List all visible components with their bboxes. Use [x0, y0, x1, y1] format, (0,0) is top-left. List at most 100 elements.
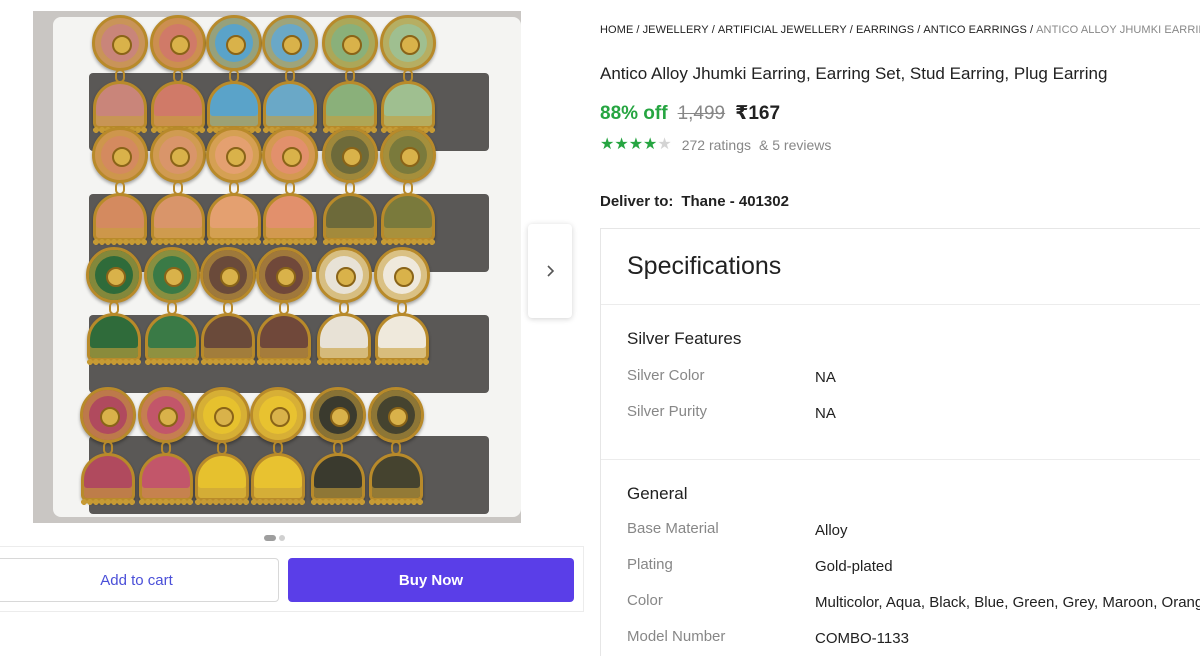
- earring-bell: [257, 313, 311, 366]
- discount-badge: 88% off: [600, 103, 668, 124]
- earring-stud: [322, 127, 378, 183]
- spec-section-title: General: [627, 484, 688, 503]
- spec-value: COMBO-1133: [815, 630, 909, 647]
- spec-value: Alloy: [815, 522, 848, 539]
- deliver-label: Deliver to:: [600, 193, 674, 210]
- earring-stud: [256, 247, 312, 303]
- delivery-location[interactable]: Deliver to: Thane - 401302: [600, 193, 789, 210]
- action-bar: Add to cart Buy Now: [0, 546, 584, 612]
- spec-value: NA: [815, 369, 836, 386]
- spec-key: Model Number: [627, 628, 726, 645]
- earring-bell: [263, 81, 317, 134]
- star-filled-icon: ★: [614, 136, 629, 153]
- earring-stud: [200, 247, 256, 303]
- earring-stud: [80, 387, 136, 443]
- earring-stud: [380, 15, 436, 71]
- star-empty-icon: ★: [657, 136, 672, 153]
- earring-bell: [381, 81, 435, 134]
- earring-bell: [207, 81, 261, 134]
- pagination-dot-active[interactable]: [264, 535, 276, 541]
- earring-stud: [86, 247, 142, 303]
- rating-row[interactable]: ★ ★ ★ ★ ★ 272 ratings & 5 reviews: [600, 137, 832, 154]
- earring-stud: [206, 15, 262, 71]
- star-filled-icon: ★: [643, 136, 658, 153]
- earring-bell: [323, 81, 377, 134]
- spec-value: Gold-plated: [815, 558, 893, 575]
- star-filled-icon: ★: [600, 136, 615, 153]
- earring-stud: [374, 247, 430, 303]
- reviews-count: & 5 reviews: [759, 137, 832, 153]
- breadcrumb-antico-earrings[interactable]: ANTICO EARRINGS: [923, 24, 1027, 36]
- spec-key: Silver Color: [627, 367, 705, 384]
- breadcrumb-earrings[interactable]: EARRINGS: [856, 24, 914, 36]
- earring-stud: [138, 387, 194, 443]
- earring-stud: [262, 15, 318, 71]
- selling-price: ₹167: [735, 103, 781, 124]
- star-rating: ★ ★ ★ ★ ★: [600, 137, 672, 153]
- earring-bell: [317, 313, 371, 366]
- earring-bell: [81, 453, 135, 506]
- earring-bell: [139, 453, 193, 506]
- deliver-pincode: Thane - 401302: [681, 193, 789, 210]
- earring-stud: [380, 127, 436, 183]
- spec-section-general: General Base Material Alloy Plating Gold…: [601, 460, 1200, 656]
- earring-stud: [322, 15, 378, 71]
- earring-bell: [151, 81, 205, 134]
- earring-stud: [150, 127, 206, 183]
- earring-stud: [92, 15, 148, 71]
- earring-stud: [150, 15, 206, 71]
- product-title: Antico Alloy Jhumki Earring, Earring Set…: [600, 64, 1108, 83]
- price-row: 88% off 1,499 ₹167: [600, 102, 780, 125]
- earring-bell: [323, 193, 377, 246]
- earring-bell: [87, 313, 141, 366]
- breadcrumb: HOME / JEWELLERY / ARTIFICIAL JEWELLERY / EARR…: [600, 24, 1200, 36]
- breadcrumb-artificial-jewellery[interactable]: ARTIFICIAL JEWELLERY: [718, 24, 847, 36]
- earring-stud: [250, 387, 306, 443]
- specifications-header: Specifications: [601, 229, 1200, 305]
- earring-stud: [262, 127, 318, 183]
- specifications-panel: Specifications Silver Features Silver Co…: [600, 228, 1200, 656]
- earring-stud: [316, 247, 372, 303]
- specifications-title: Specifications: [627, 252, 782, 280]
- original-price: 1,499: [677, 103, 726, 124]
- earring-bell: [311, 453, 365, 506]
- earring-bell: [369, 453, 423, 506]
- image-pagination: [264, 535, 285, 541]
- earring-bell: [201, 313, 255, 366]
- earring-bell: [151, 193, 205, 246]
- pagination-dot[interactable]: [279, 535, 285, 541]
- spec-section-title: Silver Features: [627, 329, 742, 348]
- add-to-cart-button[interactable]: Add to cart: [0, 558, 279, 602]
- spec-value: Multicolor, Aqua, Black, Blue, Green, Gr…: [815, 594, 1200, 611]
- earring-bell: [251, 453, 305, 506]
- earring-bell: [381, 193, 435, 246]
- earring-bell: [145, 313, 199, 366]
- product-image[interactable]: [33, 11, 521, 523]
- ratings-count: 272 ratings: [681, 137, 751, 153]
- chevron-right-icon: [547, 265, 555, 277]
- earring-bell: [207, 193, 261, 246]
- spec-section-silver-features: Silver Features Silver Color NA Silver P…: [601, 305, 1200, 460]
- star-filled-icon: ★: [628, 136, 644, 153]
- spec-key: Base Material: [627, 520, 719, 537]
- earring-stud: [194, 387, 250, 443]
- earring-stud: [310, 387, 366, 443]
- earring-stud: [368, 387, 424, 443]
- earring-stud: [92, 127, 148, 183]
- earring-bell: [195, 453, 249, 506]
- spec-key: Plating: [627, 556, 673, 573]
- breadcrumb-current: ANTICO ALLOY JHUMKI EARRING, EA: [1036, 24, 1200, 36]
- spec-value: NA: [815, 405, 836, 422]
- buy-now-button[interactable]: Buy Now: [288, 558, 574, 602]
- earring-bell: [263, 193, 317, 246]
- earring-bell: [93, 193, 147, 246]
- breadcrumb-jewellery[interactable]: JEWELLERY: [643, 24, 709, 36]
- earring-stud: [206, 127, 262, 183]
- earring-stud: [144, 247, 200, 303]
- earring-bell: [375, 313, 429, 366]
- spec-key: Silver Purity: [627, 403, 708, 420]
- next-image-button[interactable]: [528, 224, 572, 318]
- spec-key: Color: [627, 592, 663, 609]
- breadcrumb-home[interactable]: HOME: [600, 24, 633, 36]
- earring-bell: [93, 81, 147, 134]
